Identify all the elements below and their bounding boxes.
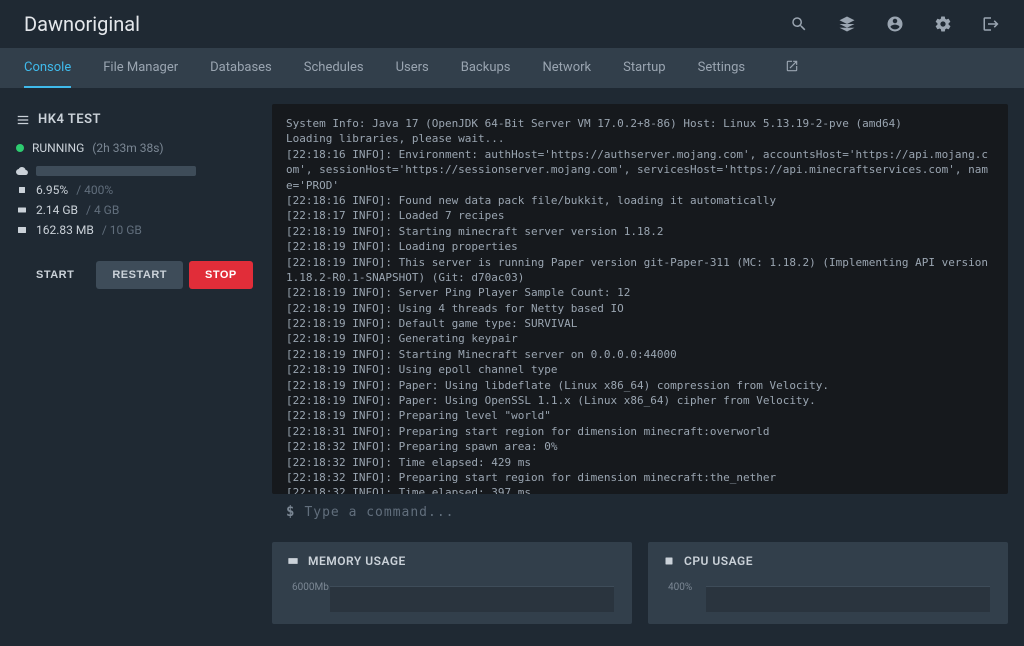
console-output[interactable]: System Info: Java 17 (OpenJDK 64-Bit Ser… [272, 104, 1008, 494]
cpu-chart-card: CPU USAGE 400% [648, 542, 1008, 624]
cpu-ytick: 400% [668, 582, 692, 593]
tab-settings[interactable]: Settings [698, 48, 745, 88]
mem-limit: / 4 GB [86, 203, 119, 217]
external-link-icon[interactable] [785, 59, 799, 77]
tab-users[interactable]: Users [396, 48, 429, 88]
disk-used: 162.83 MB [36, 223, 94, 237]
uptime-label: (2h 33m 38s) [92, 141, 163, 155]
microchip-icon [16, 184, 28, 196]
app-header: Dawnoriginal [0, 0, 1024, 48]
sidebar: HK4 TEST RUNNING (2h 33m 38s) 6.95% / 40… [8, 104, 256, 624]
console-input-row: $ [272, 494, 1008, 530]
memory-ytick: 6000Mb [292, 582, 329, 593]
address-redacted [36, 166, 196, 176]
cpu-used: 6.95% [36, 183, 68, 197]
status-label: RUNNING [32, 141, 84, 155]
start-button[interactable]: START [20, 261, 90, 289]
disk-limit: / 10 GB [102, 223, 142, 237]
tab-schedules[interactable]: Schedules [304, 48, 364, 88]
tab-databases[interactable]: Databases [210, 48, 272, 88]
memory-icon [16, 204, 28, 216]
power-buttons: START RESTART STOP [16, 261, 248, 289]
header-icon-group [790, 15, 1000, 33]
cpu-limit: / 400% [76, 183, 113, 197]
tab-startup[interactable]: Startup [623, 48, 666, 88]
server-name: HK4 TEST [38, 112, 101, 127]
admin-settings-icon[interactable] [934, 15, 952, 33]
disk-row: 162.83 MB / 10 GB [16, 223, 248, 237]
tab-file-manager[interactable]: File Manager [103, 48, 178, 88]
nav-tabs: Console File Manager Databases Schedules… [0, 48, 1024, 88]
address-row [16, 165, 248, 177]
stop-button[interactable]: STOP [189, 261, 253, 289]
account-icon[interactable] [886, 15, 904, 33]
layers-icon[interactable] [838, 15, 856, 33]
hdd-icon [16, 224, 28, 236]
server-list-icon [16, 113, 30, 127]
logout-icon[interactable] [982, 15, 1000, 33]
cloud-icon [16, 165, 28, 177]
charts-row: MEMORY USAGE 6000Mb CPU USAGE 400% [272, 542, 1008, 624]
memory-chart-area [330, 586, 614, 612]
tab-backups[interactable]: Backups [461, 48, 511, 88]
status-row: RUNNING (2h 33m 38s) [16, 141, 248, 155]
cpu-chart-body: 400% [662, 582, 994, 612]
status-dot-icon [16, 144, 24, 152]
cpu-chart-icon [662, 554, 676, 568]
server-name-row: HK4 TEST [16, 112, 248, 127]
tab-console[interactable]: Console [24, 48, 71, 88]
cpu-row: 6.95% / 400% [16, 183, 248, 197]
memory-row: 2.14 GB / 4 GB [16, 203, 248, 217]
memory-chart-icon [286, 554, 300, 568]
restart-button[interactable]: RESTART [96, 261, 183, 289]
console-command-input[interactable] [304, 505, 994, 520]
cpu-chart-area [706, 586, 990, 612]
memory-chart-card: MEMORY USAGE 6000Mb [272, 542, 632, 624]
main-panel: System Info: Java 17 (OpenJDK 64-Bit Ser… [272, 104, 1008, 624]
memory-chart-body: 6000Mb [286, 582, 618, 612]
console-prompt-icon: $ [286, 504, 294, 520]
brand-title: Dawnoriginal [24, 12, 140, 36]
tab-network[interactable]: Network [543, 48, 592, 88]
memory-chart-title: MEMORY USAGE [308, 554, 406, 568]
mem-used: 2.14 GB [36, 203, 78, 217]
search-icon[interactable] [790, 15, 808, 33]
cpu-chart-title: CPU USAGE [684, 554, 753, 568]
